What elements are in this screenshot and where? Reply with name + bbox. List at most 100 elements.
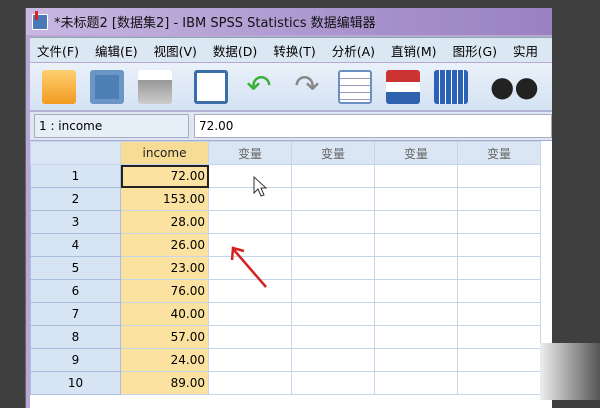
row-number[interactable]: 1 <box>30 164 121 188</box>
cell-editor-bar: 1 : income 72.00 <box>30 112 552 140</box>
corner-cell[interactable] <box>30 141 121 165</box>
empty-cell[interactable] <box>291 187 375 211</box>
row-number[interactable]: 7 <box>30 302 121 326</box>
background-edge <box>540 343 600 400</box>
empty-cell[interactable] <box>291 279 375 303</box>
menu-bar: 文件(F) 编辑(E) 视图(V) 数据(D) 转换(T) 分析(A) 直销(M… <box>30 37 552 62</box>
goto-variable-icon[interactable] <box>386 69 420 104</box>
header-row: income 变量 变量 变量 变量 <box>30 141 541 165</box>
empty-cell[interactable] <box>374 187 458 211</box>
row-number[interactable]: 10 <box>30 371 121 395</box>
empty-cell[interactable] <box>208 302 292 326</box>
table-row: 6 76.00 <box>30 279 541 303</box>
mouse-cursor-icon <box>253 176 268 197</box>
menu-file[interactable]: 文件(F) <box>37 41 79 60</box>
row-number[interactable]: 8 <box>30 325 121 349</box>
menu-edit[interactable]: 编辑(E) <box>95 41 138 60</box>
row-number[interactable]: 6 <box>30 279 121 303</box>
empty-cell[interactable] <box>374 302 458 326</box>
empty-cell[interactable] <box>291 233 375 257</box>
table-row: 4 26.00 <box>30 233 541 257</box>
empty-cell[interactable] <box>291 302 375 326</box>
empty-cell[interactable] <box>374 256 458 280</box>
menu-transform[interactable]: 转换(T) <box>273 41 315 60</box>
empty-cell[interactable] <box>291 371 375 395</box>
column-header-var[interactable]: 变量 <box>457 141 541 165</box>
income-cell[interactable]: 153.00 <box>120 187 209 211</box>
title-bar: *未标题2 [数据集2] - IBM SPSS Statistics 数据编辑器 <box>26 8 552 35</box>
empty-cell[interactable] <box>374 279 458 303</box>
column-header-var[interactable]: 变量 <box>291 141 375 165</box>
print-icon[interactable] <box>138 69 172 104</box>
menu-data[interactable]: 数据(D) <box>213 41 257 60</box>
save-icon[interactable] <box>90 69 124 104</box>
find-icon[interactable]: ●● <box>490 70 539 104</box>
income-cell[interactable]: 57.00 <box>120 325 209 349</box>
empty-cell[interactable] <box>374 348 458 372</box>
income-cell[interactable]: 23.00 <box>120 256 209 280</box>
income-cell[interactable]: 26.00 <box>120 233 209 257</box>
empty-cell[interactable] <box>208 187 292 211</box>
empty-cell[interactable] <box>457 256 541 280</box>
table-row: 7 40.00 <box>30 302 541 326</box>
income-cell[interactable]: 24.00 <box>120 348 209 372</box>
variables-icon[interactable] <box>434 69 468 104</box>
menu-utilities[interactable]: 实用 <box>513 41 538 60</box>
toolbar: ↶ ↷ ●● <box>30 63 552 111</box>
empty-cell[interactable] <box>208 348 292 372</box>
empty-cell[interactable] <box>374 164 458 188</box>
undo-icon[interactable]: ↶ <box>242 69 276 104</box>
open-folder-icon[interactable] <box>42 69 76 104</box>
empty-cell[interactable] <box>457 233 541 257</box>
table-row: 3 28.00 <box>30 210 541 234</box>
empty-cell[interactable] <box>291 164 375 188</box>
empty-cell[interactable] <box>457 210 541 234</box>
table-row: 1 72.00 <box>30 164 541 188</box>
empty-cell[interactable] <box>457 164 541 188</box>
income-cell[interactable]: 72.00 <box>120 164 209 188</box>
red-arrow-annotation <box>230 246 267 288</box>
empty-cell[interactable] <box>208 164 292 188</box>
recall-dialog-icon[interactable] <box>194 69 228 104</box>
table-row: 2 153.00 <box>30 187 541 211</box>
menu-graphs[interactable]: 图形(G) <box>453 41 497 60</box>
table-row: 5 23.00 <box>30 256 541 280</box>
empty-cell[interactable] <box>291 210 375 234</box>
row-number[interactable]: 2 <box>30 187 121 211</box>
empty-cell[interactable] <box>208 210 292 234</box>
empty-cell[interactable] <box>291 325 375 349</box>
menu-direct-marketing[interactable]: 直销(M) <box>391 41 437 60</box>
row-number[interactable]: 5 <box>30 256 121 280</box>
empty-cell[interactable] <box>374 325 458 349</box>
empty-cell[interactable] <box>457 348 541 372</box>
cell-value-input[interactable]: 72.00 <box>194 114 552 138</box>
row-number[interactable]: 9 <box>30 348 121 372</box>
menu-analyze[interactable]: 分析(A) <box>332 41 375 60</box>
table-row: 8 57.00 <box>30 325 541 349</box>
empty-cell[interactable] <box>457 279 541 303</box>
empty-cell[interactable] <box>457 325 541 349</box>
column-header-var[interactable]: 变量 <box>374 141 458 165</box>
empty-cell[interactable] <box>291 348 375 372</box>
table-row: 10 89.00 <box>30 371 541 395</box>
income-cell[interactable]: 76.00 <box>120 279 209 303</box>
income-cell[interactable]: 89.00 <box>120 371 209 395</box>
empty-cell[interactable] <box>374 233 458 257</box>
empty-cell[interactable] <box>457 187 541 211</box>
empty-cell[interactable] <box>374 210 458 234</box>
income-cell[interactable]: 28.00 <box>120 210 209 234</box>
row-number[interactable]: 3 <box>30 210 121 234</box>
empty-cell[interactable] <box>374 371 458 395</box>
redo-icon[interactable]: ↷ <box>290 69 324 104</box>
empty-cell[interactable] <box>457 302 541 326</box>
menu-view[interactable]: 视图(V) <box>154 41 197 60</box>
empty-cell[interactable] <box>457 371 541 395</box>
column-header-income[interactable]: income <box>120 141 209 165</box>
empty-cell[interactable] <box>208 371 292 395</box>
column-header-var[interactable]: 变量 <box>208 141 292 165</box>
empty-cell[interactable] <box>291 256 375 280</box>
goto-case-icon[interactable] <box>338 69 372 104</box>
empty-cell[interactable] <box>208 325 292 349</box>
income-cell[interactable]: 40.00 <box>120 302 209 326</box>
row-number[interactable]: 4 <box>30 233 121 257</box>
